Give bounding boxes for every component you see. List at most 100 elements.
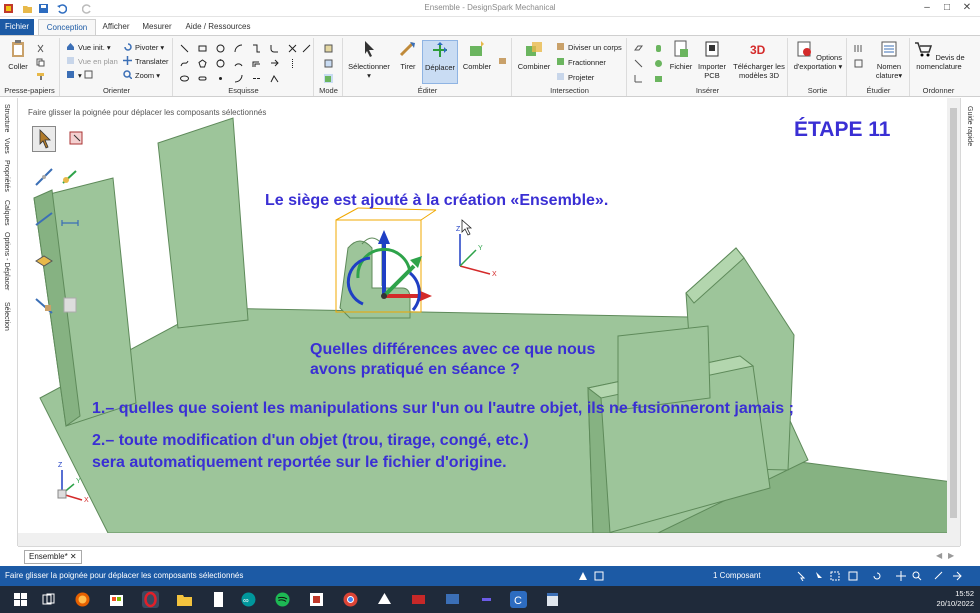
tab-scroll-right-icon[interactable]: ▶ <box>948 551 954 560</box>
windows-start-icon[interactable] <box>12 591 29 608</box>
section-mode-icon[interactable] <box>324 59 333 68</box>
opera-icon[interactable] <box>142 591 159 608</box>
fly-view-icon[interactable] <box>952 571 962 581</box>
spline-tool-icon[interactable] <box>180 59 189 68</box>
minimize-icon[interactable]: – <box>920 1 934 15</box>
rectangle-tool-icon[interactable] <box>198 44 207 53</box>
3d-mode-icon[interactable] <box>324 74 333 83</box>
combine-button[interactable]: Combiner <box>516 40 552 71</box>
split-button[interactable]: Fractionner <box>556 57 606 69</box>
task-view-icon[interactable] <box>40 591 57 608</box>
slot-tool-icon[interactable] <box>198 74 207 83</box>
circle-tool-icon[interactable] <box>216 44 225 53</box>
arc-tool-icon[interactable] <box>234 44 243 53</box>
project-button[interactable]: Projeter <box>556 72 594 84</box>
axis-icon[interactable] <box>634 59 643 68</box>
close-tab-icon[interactable]: ✕ <box>70 552 77 561</box>
translater-button[interactable]: Translater <box>123 56 168 68</box>
split-body-button[interactable]: Diviser un corps <box>556 42 622 54</box>
spin-view-icon[interactable] <box>934 571 944 581</box>
tool-select[interactable] <box>32 126 56 152</box>
tab-scroll-left-icon[interactable]: ◀ <box>936 551 942 560</box>
3d-viewport[interactable]: Z Y X Z Y X Faire glisser la poignée pou… <box>18 98 960 533</box>
panel-tab-proprietes[interactable]: Propriétés <box>3 160 10 192</box>
document-icon[interactable] <box>210 591 227 608</box>
tab-mesurer[interactable]: Mesurer <box>138 19 176 35</box>
pivoter-button[interactable]: Pivoter ▾ <box>123 42 164 54</box>
file-explorer-icon[interactable] <box>176 591 193 608</box>
firefox-icon[interactable] <box>74 591 91 608</box>
designspark-icon[interactable] <box>308 591 325 608</box>
box-icon[interactable] <box>654 74 663 83</box>
circle3-tool-icon[interactable] <box>216 59 225 68</box>
tab-afficher[interactable]: Afficher <box>98 19 134 35</box>
tool-fulcrum[interactable] <box>58 292 82 318</box>
fillet-tool-icon[interactable] <box>270 44 279 53</box>
horizontal-scrollbar[interactable] <box>18 533 960 546</box>
panel-icon[interactable] <box>594 571 604 581</box>
tab-file[interactable]: Fichier <box>0 19 34 35</box>
cut-icon[interactable] <box>36 44 45 53</box>
split-line-tool-icon[interactable] <box>252 74 261 83</box>
zoom-button[interactable]: Zoom ▾ <box>123 70 160 82</box>
screen-capture-icon[interactable] <box>410 591 427 608</box>
tool-anchor[interactable] <box>58 164 82 190</box>
rotate-view-icon[interactable] <box>872 571 882 581</box>
origin-icon[interactable] <box>634 74 643 83</box>
tab-conception[interactable]: Conception <box>38 19 96 35</box>
export-options-button[interactable]: Options d'exportation ▾ <box>792 40 844 71</box>
tweak-icon[interactable] <box>498 56 507 65</box>
move-button[interactable]: Déplacer <box>422 40 458 84</box>
fill-button[interactable]: Combler <box>460 40 494 71</box>
download-3d-models-button[interactable]: 3D Télécharger les modèles 3D <box>730 40 788 80</box>
close-icon[interactable]: ✕ <box>960 1 974 15</box>
pan-view-icon[interactable] <box>896 571 906 581</box>
tool-select-body[interactable] <box>64 126 88 152</box>
point-tool-icon[interactable] <box>216 74 225 83</box>
copy-icon[interactable] <box>36 58 45 67</box>
format-brush-icon[interactable] <box>36 72 45 81</box>
tool-ruler[interactable] <box>58 206 82 232</box>
paste-button[interactable]: Coller <box>5 40 31 71</box>
measure-icon[interactable] <box>854 44 863 53</box>
select-mode-icon[interactable] <box>814 571 824 581</box>
sketch-mode-icon[interactable] <box>324 44 333 53</box>
panel-tab-guide-rapide[interactable]: Guide rapide <box>966 106 973 146</box>
panel-tab-calques[interactable]: Calques <box>3 200 10 226</box>
select-button[interactable]: Sélectionner ▾ <box>346 40 392 80</box>
system-clock[interactable]: 15:52 20/10/2022 <box>936 589 974 609</box>
ellipse-tool-icon[interactable] <box>180 74 189 83</box>
document-tab-ensemble[interactable]: Ensemble* ✕ <box>24 550 82 564</box>
terminal-icon[interactable] <box>478 591 495 608</box>
screen-icon[interactable] <box>444 591 461 608</box>
polygon-tool-icon[interactable] <box>198 59 207 68</box>
tool-orient[interactable] <box>32 206 56 232</box>
arc3-tool-icon[interactable] <box>234 59 243 68</box>
panel-tab-selection[interactable]: Sélection <box>3 302 10 331</box>
vue-en-plan-button[interactable]: Vue en plan <box>66 56 118 68</box>
select-filter-icon[interactable] <box>796 571 806 581</box>
cylinder-icon[interactable] <box>654 44 663 53</box>
corner-tool-icon[interactable] <box>252 44 261 53</box>
plane-icon[interactable] <box>634 44 643 53</box>
store-icon[interactable] <box>108 591 125 608</box>
drive-icon[interactable] <box>376 591 393 608</box>
maximize-icon[interactable]: □ <box>940 1 954 15</box>
sphere-icon[interactable] <box>654 59 663 68</box>
middle-wall[interactable] <box>617 325 711 411</box>
bend-tool-icon[interactable] <box>270 74 279 83</box>
tool-along-trajectory[interactable] <box>32 164 56 190</box>
panel-tab-vues[interactable]: Vues <box>3 138 10 154</box>
tool-up-to[interactable] <box>32 246 56 272</box>
vue-init-button[interactable]: Vue init. ▾ <box>66 42 111 54</box>
import-pcb-button[interactable]: Importer PCB <box>696 40 728 80</box>
zoom-view-icon[interactable] <box>912 571 922 581</box>
spotify-icon[interactable] <box>274 591 291 608</box>
offset-tool-icon[interactable] <box>252 59 261 68</box>
trim-tool-icon[interactable] <box>288 44 297 53</box>
tab-aide-ressources[interactable]: Aide / Ressources <box>182 19 254 35</box>
view-cube-button[interactable]: ▾ <box>66 70 96 82</box>
insert-file-button[interactable]: Fichier <box>668 40 694 71</box>
arduino-icon[interactable]: ∞ <box>240 591 257 608</box>
chrome-icon[interactable] <box>342 591 359 608</box>
